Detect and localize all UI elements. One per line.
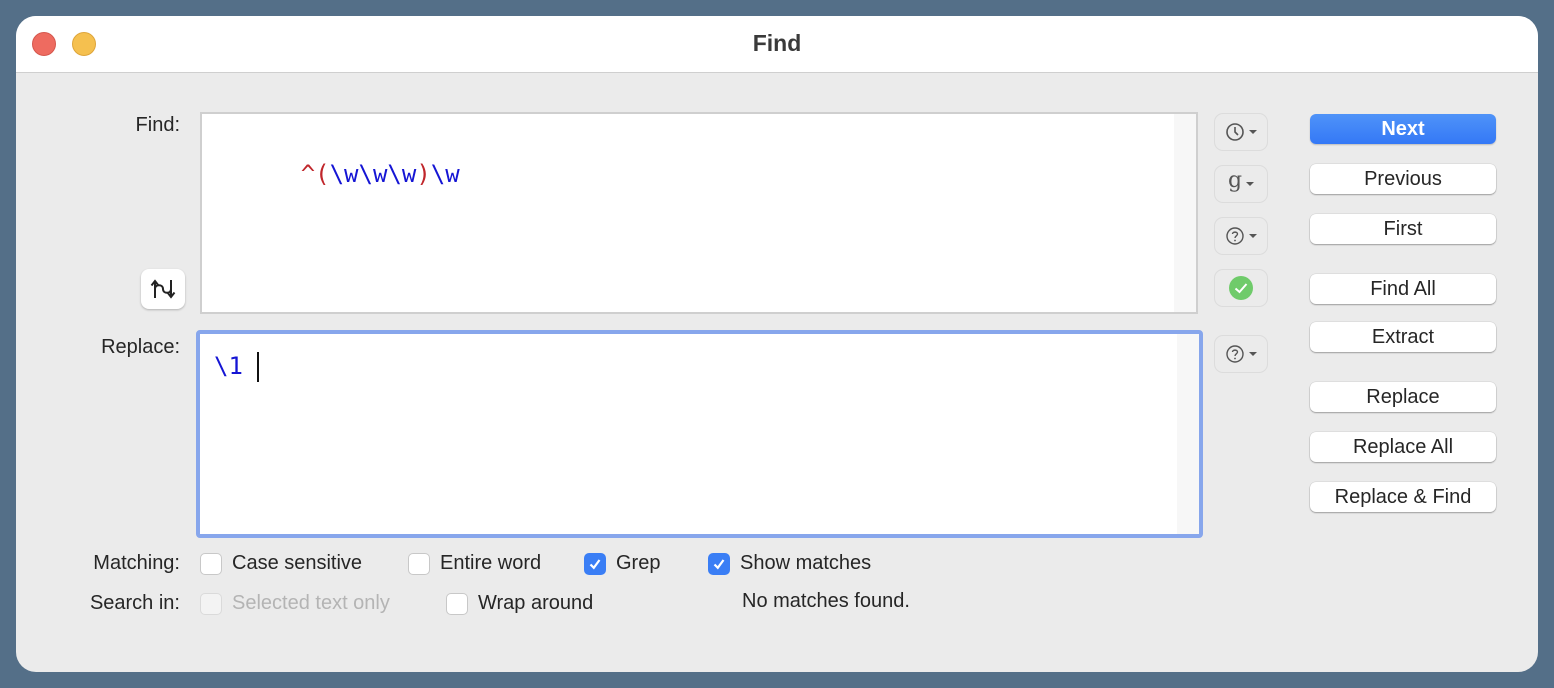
checkmark-icon xyxy=(713,558,725,569)
checkbox-checked[interactable] xyxy=(708,552,730,575)
help-icon xyxy=(1226,345,1244,363)
replace-value: \1 xyxy=(214,352,243,380)
replace-all-button[interactable]: Replace All xyxy=(1310,432,1496,462)
replace-and-find-button[interactable]: Replace & Find xyxy=(1310,482,1496,512)
find-label: Find: xyxy=(135,114,180,136)
clock-icon xyxy=(1226,123,1244,141)
find-window: Find Find: ^(\w\w\w)\w Replace: \1 g Nex… xyxy=(16,16,1538,672)
regex-group-close: ) xyxy=(416,160,431,188)
checkbox-unchecked[interactable] xyxy=(200,552,222,575)
replace-value-text: \1 xyxy=(214,352,259,382)
checkmark-circle-icon xyxy=(1229,276,1253,300)
chevron-down-icon xyxy=(1249,130,1257,134)
status-message: No matches found. xyxy=(742,590,910,612)
case-sensitive-label: Case sensitive xyxy=(232,552,363,574)
grep-checkbox[interactable]: Grep xyxy=(584,552,660,575)
show-matches-label: Show matches xyxy=(740,552,872,574)
chevron-down-icon xyxy=(1249,352,1257,356)
entire-word-label: Entire word xyxy=(440,552,542,574)
help-icon xyxy=(1226,227,1244,245)
find-pattern-text: ^(\w\w\w)\w xyxy=(214,132,460,216)
grep-label: Grep xyxy=(616,552,661,574)
replace-button[interactable]: Replace xyxy=(1310,382,1496,412)
selected-text-only-checkbox: Selected text only xyxy=(200,592,390,615)
selected-text-only-label: Selected text only xyxy=(232,592,390,614)
entire-word-checkbox[interactable]: Entire word xyxy=(408,552,541,575)
checkbox-checked[interactable] xyxy=(584,552,606,575)
show-matches-checkbox[interactable]: Show matches xyxy=(708,552,871,575)
title-bar: Find xyxy=(16,16,1538,73)
wrap-around-label: Wrap around xyxy=(478,592,594,614)
extract-button[interactable]: Extract xyxy=(1310,322,1496,352)
replace-help-popup-button[interactable] xyxy=(1214,335,1268,373)
search-in-label: Search in: xyxy=(89,592,180,614)
swap-find-replace-button[interactable] xyxy=(141,269,185,309)
previous-button[interactable]: Previous xyxy=(1310,164,1496,194)
first-button[interactable]: First xyxy=(1310,214,1496,244)
swap-arrows-icon xyxy=(150,279,176,299)
next-button[interactable]: Next xyxy=(1310,114,1496,144)
checkbox-unchecked[interactable] xyxy=(446,592,468,615)
wrap-around-checkbox[interactable]: Wrap around xyxy=(446,592,593,615)
replace-input[interactable]: \1 xyxy=(196,330,1203,538)
regex-anchor-group-open: ^( xyxy=(300,160,330,188)
case-sensitive-checkbox[interactable]: Case sensitive xyxy=(200,552,362,575)
replace-scrollbar[interactable] xyxy=(1177,334,1199,534)
chevron-down-icon xyxy=(1246,182,1255,186)
checkbox-disabled xyxy=(200,592,222,615)
g-icon: g xyxy=(1227,168,1243,193)
replace-label: Replace: xyxy=(101,336,180,358)
history-popup-button[interactable] xyxy=(1214,113,1268,151)
find-scrollbar[interactable] xyxy=(1174,114,1196,312)
find-input[interactable]: ^(\w\w\w)\w xyxy=(200,112,1198,314)
grep-patterns-popup-button[interactable]: g xyxy=(1214,165,1268,203)
find-help-popup-button[interactable] xyxy=(1214,217,1268,255)
window-title: Find xyxy=(752,30,802,56)
matching-label: Matching: xyxy=(93,552,180,574)
pattern-valid-indicator xyxy=(1214,269,1268,307)
regex-word-chars: \w\w\w xyxy=(329,160,417,188)
find-all-button[interactable]: Find All xyxy=(1310,274,1496,304)
chevron-down-icon xyxy=(1249,234,1257,238)
regex-word-char: \w xyxy=(430,160,460,188)
text-cursor xyxy=(256,352,259,382)
checkbox-unchecked[interactable] xyxy=(408,552,430,575)
checkmark-icon xyxy=(589,558,601,569)
